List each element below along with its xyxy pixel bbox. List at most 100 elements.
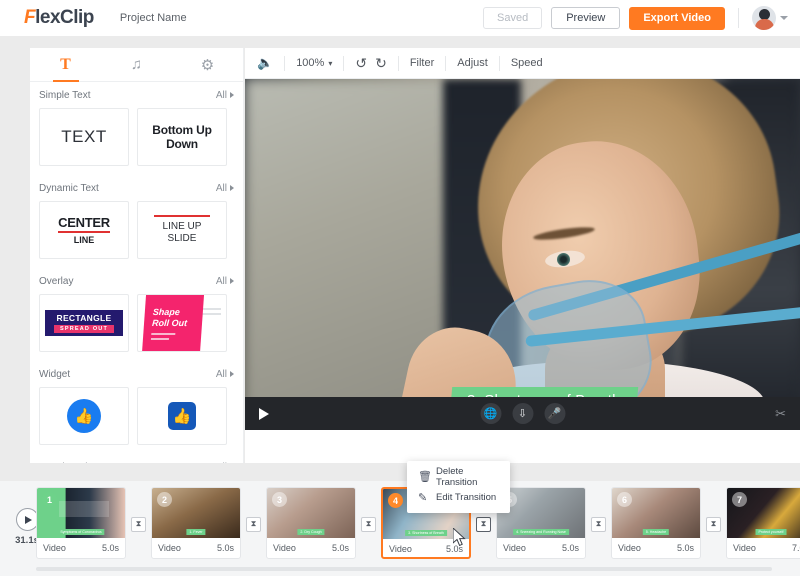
see-all-widget[interactable]: All	[216, 369, 234, 380]
clip-thumbnail: 6 5. Headache	[612, 488, 700, 538]
preset-rectangle-spread-out[interactable]: RECTANGLE SPREAD OUT	[39, 294, 129, 352]
logo-text: lexClip	[35, 7, 94, 28]
tab-music[interactable]: ♫	[101, 48, 172, 82]
assets-panel: T ♫ ⚙ Simple Text All TEXT Bottom Up Dow…	[30, 48, 244, 463]
clip-meta: Video 5.0s	[152, 538, 240, 558]
redo-button[interactable]: ↻	[375, 48, 387, 79]
scissors-icon[interactable]: ✂	[775, 406, 786, 422]
clip-meta: Video 5.0s	[497, 538, 585, 558]
clip-meta: Video 7.0s	[727, 538, 800, 558]
undo-button[interactable]: ↺	[355, 48, 367, 79]
microphone-icon[interactable]: 🎤	[544, 403, 565, 424]
top-bar: F lexClip Project Name Saved Preview Exp…	[0, 0, 800, 36]
clip-duration: 5.0s	[101, 543, 119, 553]
see-all-dynamic-text[interactable]: All	[216, 183, 234, 194]
preset-line-up-slide[interactable]: LINE UP SLIDE	[137, 201, 227, 259]
clip-caption: 3. Shortness of Breath	[405, 530, 447, 536]
clip-caption: Protect yourself	[755, 529, 787, 535]
volume-icon: 🔈	[257, 55, 274, 70]
chevron-right-icon	[230, 92, 234, 98]
top-bar-actions: Saved Preview Export Video	[483, 6, 788, 30]
play-button[interactable]	[259, 407, 269, 420]
transition-button-1[interactable]: ⧗	[131, 516, 146, 532]
preview-panel: 🔈 100% ▾ ↺ ↻ Filter Adjust Speed 🌐 ⇩ 🎤 ✂	[245, 48, 800, 463]
see-all-logo-intro-outro[interactable]: All	[216, 462, 234, 464]
clip-type: Video	[43, 543, 66, 553]
widget-presets: 👍 👍	[30, 387, 243, 454]
toolbar-divider	[397, 55, 399, 71]
music-note-icon: ♫	[130, 56, 143, 73]
transition-button-5[interactable]: ⧗	[591, 516, 606, 532]
clip-number-badge: 6	[617, 492, 632, 507]
tab-settings[interactable]: ⚙	[172, 48, 243, 82]
see-all-overlay[interactable]: All	[216, 276, 234, 287]
speed-button[interactable]: Speed	[511, 48, 543, 79]
timeline-clip-2[interactable]: 2 1. Fever Video 5.0s	[151, 487, 241, 559]
volume-button[interactable]: 🔈	[257, 48, 273, 79]
editor-toolbar: 🔈 100% ▾ ↺ ↻ Filter Adjust Speed	[245, 48, 800, 79]
tab-text[interactable]: T	[30, 48, 101, 82]
clip-caption: 4. Sneezing and Running Nose	[513, 529, 569, 535]
project-name[interactable]: Project Name	[120, 12, 187, 24]
section-title: Logo/Intro/Outro	[39, 462, 112, 464]
clip-duration: 5.0s	[445, 544, 463, 554]
section-title: Overlay	[39, 275, 74, 287]
clip-thumbnail: 5 4. Sneezing and Running Nose	[497, 488, 585, 538]
timeline-clip-6[interactable]: 6 5. Headache Video 5.0s	[611, 487, 701, 559]
pencil-icon: ✎	[418, 492, 428, 504]
clip-meta: Video 5.0s	[267, 538, 355, 558]
preset-text[interactable]: TEXT	[39, 108, 129, 166]
preset-shape-roll-out[interactable]: Shape Roll Out	[137, 294, 227, 352]
export-video-button[interactable]: Export Video	[629, 6, 725, 30]
section-title: Simple Text	[39, 89, 91, 101]
timeline: 31.1s 1 Symptoms of Coronavirus Video 5.…	[0, 481, 800, 576]
transition-button-4[interactable]: ⧗	[476, 516, 491, 532]
red-rule	[58, 231, 110, 233]
see-all-simple-text[interactable]: All	[216, 90, 234, 101]
transition-button-3[interactable]: ⧗	[361, 516, 376, 532]
logo-f-mark: F	[24, 7, 36, 28]
preview-button[interactable]: Preview	[551, 7, 621, 29]
upload-icon[interactable]: ⇩	[512, 403, 533, 424]
clip-thumbnail: 2 1. Fever	[152, 488, 240, 538]
clip-number-badge: 3	[272, 492, 287, 507]
preset-bottom-up-down[interactable]: Bottom Up Down	[137, 108, 227, 166]
edit-transition-menu-item[interactable]: ✎ Edit Transition	[407, 487, 510, 508]
avatar[interactable]	[752, 6, 776, 30]
clip-type: Video	[733, 543, 756, 553]
section-header-logo-intro-outro: Logo/Intro/Outro All	[30, 454, 243, 464]
video-canvas[interactable]: 3. Shortness of Breath 🌐 ⇩ 🎤 ✂	[245, 79, 800, 430]
clip-number-badge: 7	[732, 492, 747, 507]
clip-meta: Video 5.0s	[37, 538, 125, 558]
clip-type: Video	[158, 543, 181, 553]
clip-number-badge: 4	[388, 493, 403, 508]
delete-transition-menu-item[interactable]: 🗑 Delete Transition	[407, 466, 510, 488]
timeline-scrollbar[interactable]	[36, 567, 772, 571]
preset-center-line[interactable]: CENTER LINE	[39, 201, 129, 259]
preset-thumbs-up-square[interactable]: 👍	[137, 387, 227, 445]
decor-bar	[150, 338, 170, 340]
transition-context-menu: 🗑 Delete Transition ✎ Edit Transition	[407, 461, 510, 513]
zoom-level-select[interactable]: 100% ▾	[296, 48, 332, 79]
chevron-down-icon[interactable]	[780, 16, 788, 20]
filter-button[interactable]: Filter	[410, 48, 434, 79]
section-header-dynamic-text: Dynamic Text All	[30, 175, 243, 201]
clip-duration: 5.0s	[331, 543, 349, 553]
transition-button-2[interactable]: ⧗	[246, 516, 261, 532]
app-logo[interactable]: F lexClip	[24, 7, 94, 29]
timeline-clip-7[interactable]: 7 Protect yourself Video 7.0s	[726, 487, 800, 559]
section-header-widget: Widget All	[30, 361, 243, 387]
timeline-clip-3[interactable]: 3 2. Dry Cough Video 5.0s	[266, 487, 356, 559]
account-menu[interactable]	[752, 6, 788, 30]
clip-type: Video	[273, 543, 296, 553]
preset-thumbs-up-circle[interactable]: 👍	[39, 387, 129, 445]
clip-type: Video	[389, 544, 412, 554]
thumbs-up-icon: 👍	[172, 407, 192, 425]
globe-icon[interactable]: 🌐	[480, 403, 501, 424]
transition-button-6[interactable]: ⧗	[706, 516, 721, 532]
timeline-clip-1[interactable]: 1 Symptoms of Coronavirus Video 5.0s	[36, 487, 126, 559]
red-rule	[154, 215, 210, 217]
saved-button[interactable]: Saved	[483, 7, 543, 29]
adjust-button[interactable]: Adjust	[457, 48, 488, 79]
toolbar-divider	[445, 55, 447, 71]
